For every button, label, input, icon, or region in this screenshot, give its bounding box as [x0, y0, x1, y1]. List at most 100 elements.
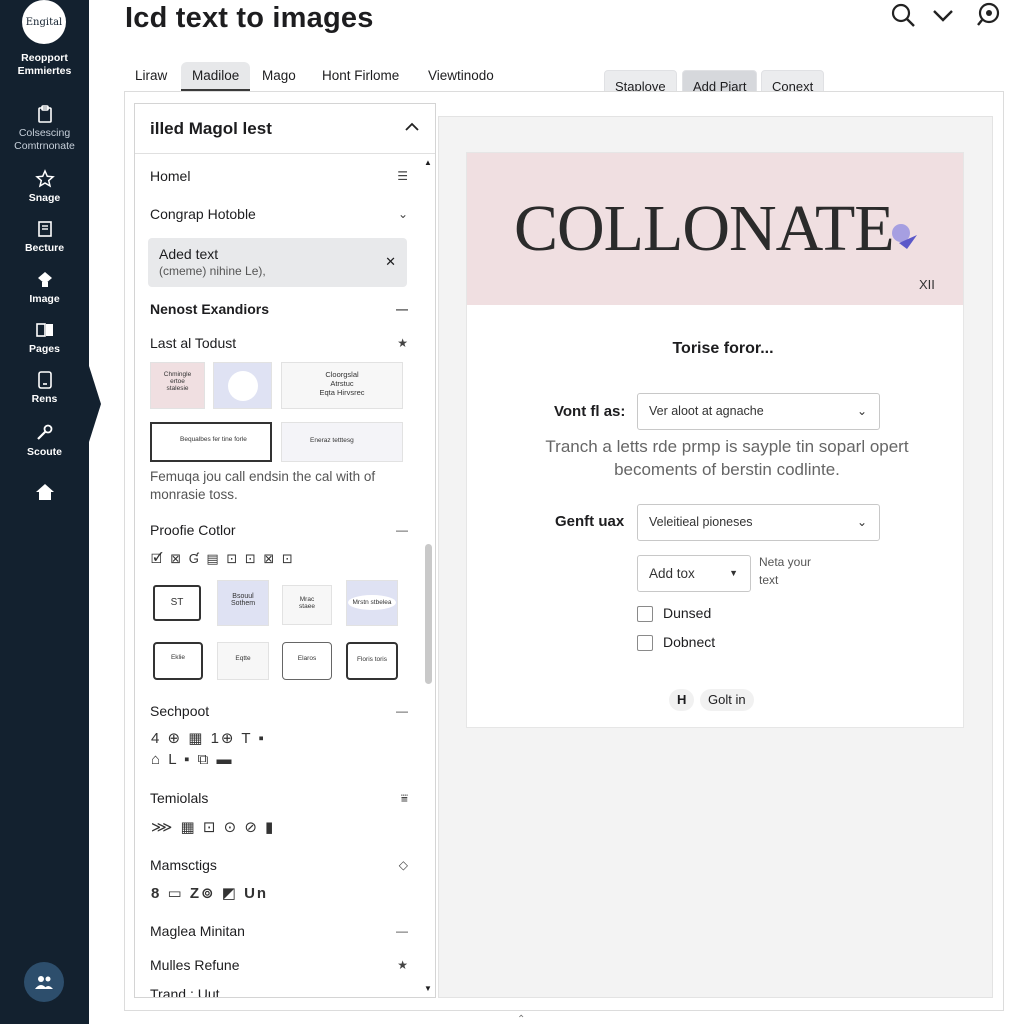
section-temiolals[interactable]: Temiolals ⩸: [150, 788, 408, 808]
row-label: Last al Todust: [150, 335, 237, 351]
caret-down-icon: ▼: [729, 568, 738, 578]
shape-icons[interactable]: ⌂ L ▪ ⧉ ▬: [151, 751, 234, 768]
style-thumb[interactable]: ST: [153, 585, 201, 621]
list-item-homel[interactable]: Homel ☰: [150, 166, 408, 186]
template-thumb[interactable]: Chmingle ertoe stalesie: [150, 362, 205, 409]
chevron-down-icon: ⌄: [856, 404, 867, 418]
checkbox-dobnect[interactable]: [637, 635, 653, 651]
collapse-icon[interactable]: —: [396, 921, 408, 941]
panel-header: illed Magol lest: [135, 104, 435, 154]
added-text-chip[interactable]: Aded text (cmeme) nihine Le), ✕: [148, 238, 407, 287]
scroll-down-icon[interactable]: ▼: [424, 984, 432, 993]
search-icon[interactable]: [890, 2, 916, 28]
avatar[interactable]: [24, 962, 64, 1002]
scroll-thumb[interactable]: [425, 544, 432, 684]
rail-item-rens[interactable]: Rens: [0, 370, 89, 406]
select-value: Veleitieal pioneses: [649, 515, 753, 529]
media-icons[interactable]: 8 ▭ Z⊚ ◩ Un: [151, 884, 268, 902]
golt-in-button[interactable]: Golt in: [700, 689, 754, 711]
banner: COLLONATE XII: [467, 153, 963, 305]
field-label: Genft uax: [555, 513, 625, 530]
section-label: Proofie Cotlor: [150, 522, 236, 538]
thumb-label: Mrstn stbelea: [348, 595, 396, 610]
collapse-icon[interactable]: —: [396, 299, 408, 319]
template-thumb[interactable]: Eneraz tetttesg: [281, 422, 403, 462]
list-item-last[interactable]: Last al Todust ★: [150, 333, 408, 353]
template-thumb[interactable]: Cloorgslal Atrstuc Eqta Hirvsrec: [281, 362, 403, 409]
rail-item-home[interactable]: [0, 482, 89, 505]
tab-madiloe[interactable]: Madiloe: [181, 62, 251, 91]
section-label: Temiolals: [150, 790, 209, 806]
phone-icon: [37, 371, 52, 389]
style-thumb[interactable]: Eqtte: [217, 642, 269, 680]
panel-description: Femuqa jou call endsin the cal with of m…: [150, 469, 376, 502]
checkbox-label: Dobnect: [663, 634, 716, 650]
rail-item-becture[interactable]: Becture: [0, 219, 89, 255]
rail-item-collections[interactable]: Colsescing Comtrnonate: [0, 104, 89, 153]
tab-viewtinodo[interactable]: Viewtinodo: [417, 62, 505, 91]
banner-caption: XII: [919, 277, 935, 292]
preview-card: COLLONATE XII Torise foror... Vont fl as…: [466, 152, 964, 728]
heading-toggle[interactable]: H: [669, 689, 695, 711]
form-heading: Torise foror...: [672, 340, 774, 357]
template-icons[interactable]: ⋙ ▦ ⊡ ⊙ ⊘ ▮: [151, 818, 275, 836]
template-thumb[interactable]: [213, 362, 272, 409]
chevron-up-icon[interactable]: [405, 122, 419, 132]
app-logo[interactable]: Engital: [22, 0, 66, 44]
rail-item-scoute[interactable]: Scoute: [0, 423, 89, 459]
star-icon[interactable]: ★: [397, 333, 408, 353]
format-icons[interactable]: 🗹 ⊠ Ɠ ▤ ⊡ ⊡ ⊠ ⊡: [151, 550, 295, 572]
zoom-icon[interactable]: [976, 2, 1002, 28]
section-proofie[interactable]: Proofie Cotlor —: [150, 520, 408, 540]
font-select[interactable]: Ver aloot at agnache ⌄: [637, 393, 880, 430]
rail-item-label: Pages: [29, 343, 60, 355]
section-maglea[interactable]: Maglea Minitan —: [150, 921, 408, 941]
scroll-up-icon[interactable]: ▲: [424, 158, 432, 167]
tray-icon[interactable]: ⩸: [401, 788, 408, 808]
elements-panel: illed Magol lest Homel ☰ Congrap Hotoble…: [134, 103, 436, 998]
shape-icons[interactable]: 4 ⊕ ▦ 1⊕ T ▪: [151, 729, 266, 747]
style-thumb[interactable]: Mrstn stbelea: [346, 580, 398, 626]
style-thumb[interactable]: Mrac staee: [282, 585, 332, 625]
book-icon: [37, 221, 52, 237]
tab-mago[interactable]: Mago: [251, 62, 307, 91]
collapse-icon[interactable]: —: [396, 701, 408, 721]
add-text-select[interactable]: Add tox ▼: [637, 555, 751, 592]
tab-liraw[interactable]: Liraw: [124, 62, 178, 91]
collapse-icon[interactable]: —: [396, 520, 408, 540]
rail-item-snage[interactable]: Snage: [0, 169, 89, 205]
template-thumb[interactable]: Bequalbes fer tine forle: [150, 422, 272, 462]
rail-item-label: Image: [29, 293, 60, 305]
tab-hont-firlome[interactable]: Hont Firlome: [311, 62, 410, 91]
style-thumb[interactable]: Floris toris: [346, 642, 398, 680]
rail-item-image[interactable]: Image: [0, 270, 89, 306]
style-thumb[interactable]: Elaros: [282, 642, 332, 680]
rail-item-label: Becture: [24, 242, 65, 254]
row-label: Congrap Hotoble: [150, 206, 256, 222]
rail-active-indicator: [89, 366, 101, 442]
diamond-icon[interactable]: ◇: [399, 855, 408, 875]
rail-item-label: Rens: [31, 393, 58, 405]
style-select[interactable]: Veleitieal pioneses ⌄: [637, 504, 880, 541]
list-item-congrap[interactable]: Congrap Hotoble ⌄: [150, 204, 408, 224]
list-icon: ☰: [397, 169, 408, 183]
style-thumb[interactable]: Eklie: [153, 642, 203, 680]
description-text: Tranch a letts rde prmp is sayple tin so…: [545, 437, 909, 479]
section-sechpoot[interactable]: Sechpoot —: [150, 701, 408, 721]
section-mamsctigs[interactable]: Mamsctigs ◇: [150, 855, 408, 875]
resize-handle-icon[interactable]: ⌃: [517, 1014, 525, 1024]
section-trand[interactable]: Trand : Uut: [150, 984, 408, 997]
rail-item-pages[interactable]: Pages: [0, 320, 89, 356]
section-mulles[interactable]: Mulles Refune ★: [150, 955, 408, 975]
panel-scrollbar[interactable]: ▲ ▼: [421, 156, 435, 997]
close-icon[interactable]: ✕: [385, 254, 396, 270]
section-label: Mulles Refune: [150, 957, 240, 973]
chevron-down-icon[interactable]: [930, 2, 956, 28]
star-icon[interactable]: ★: [397, 955, 408, 975]
section-nenost[interactable]: Nenost Exandiors —: [150, 299, 408, 319]
style-thumb[interactable]: Bsouul Sothem: [217, 580, 269, 626]
checkbox-dunsed[interactable]: [637, 606, 653, 622]
banner-headline: COLLONATE: [514, 192, 895, 265]
select-value: Add tox: [649, 566, 695, 581]
page-title: Icd text to images: [125, 2, 374, 34]
